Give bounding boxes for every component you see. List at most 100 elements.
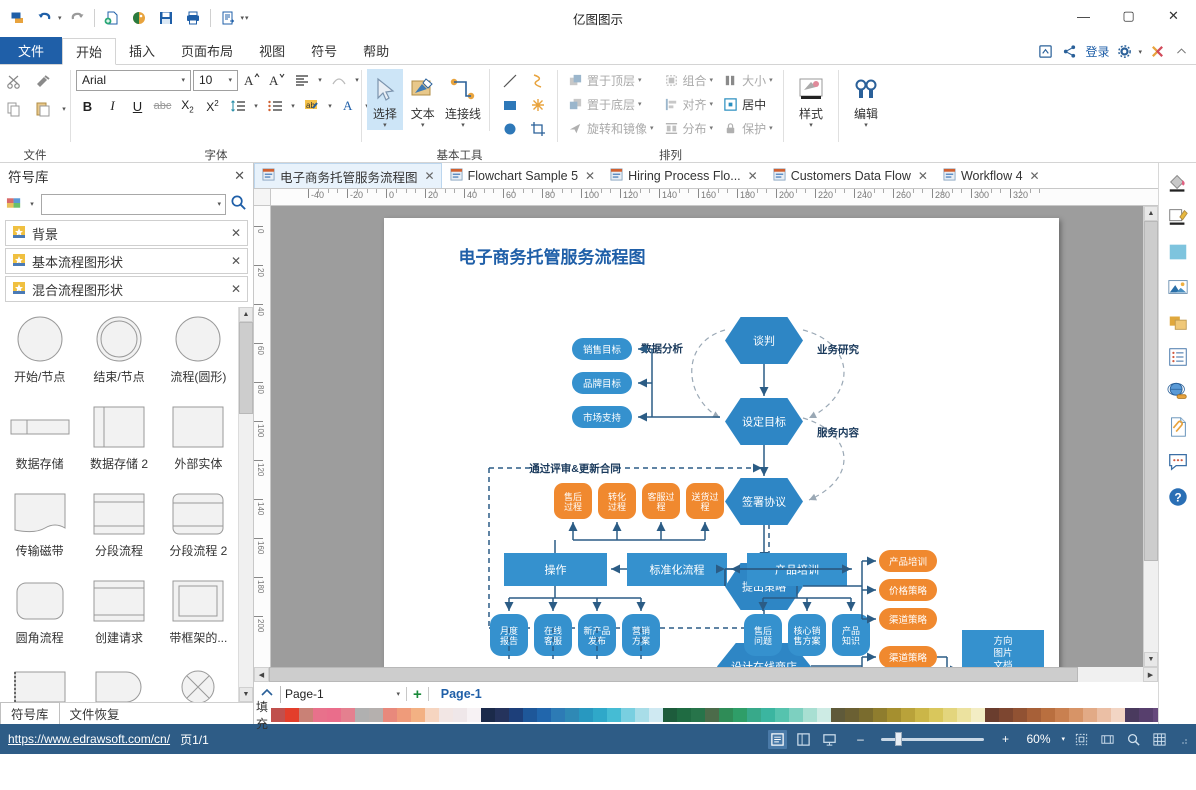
settings-dropdown-caret[interactable]: ▾ bbox=[1138, 48, 1142, 56]
color-swatch[interactable] bbox=[327, 708, 341, 722]
shape-item-banded-process-2[interactable]: 分段流程 2 bbox=[159, 481, 238, 568]
color-swatch[interactable] bbox=[383, 708, 397, 722]
doc-tab-4[interactable]: Workflow 4 ✕ bbox=[935, 163, 1047, 188]
redo-icon[interactable] bbox=[65, 6, 89, 30]
search-icon[interactable] bbox=[230, 194, 247, 214]
align-text-icon[interactable] bbox=[290, 69, 313, 91]
print-icon[interactable] bbox=[181, 6, 205, 30]
menu-item-file[interactable]: 文件 bbox=[0, 37, 62, 64]
menu-item-symbols[interactable]: 符号 bbox=[298, 37, 350, 64]
color-swatch[interactable] bbox=[285, 708, 299, 722]
color-swatch[interactable] bbox=[733, 708, 747, 722]
line-shape-icon[interactable] bbox=[496, 69, 524, 93]
website-link[interactable]: https://www.edrawsoft.com/cn/ bbox=[8, 732, 170, 746]
canvas-scroll-right-icon[interactable]: ▶ bbox=[1143, 667, 1158, 682]
color-swatch[interactable] bbox=[1111, 708, 1125, 722]
attachment-icon[interactable] bbox=[1165, 414, 1191, 440]
menu-item-page-layout[interactable]: 页面布局 bbox=[168, 37, 246, 64]
send-to-back-button[interactable]: 置于底层 ▾ bbox=[563, 93, 658, 115]
color-swatch[interactable] bbox=[1055, 708, 1069, 722]
zoom-dropdown-caret[interactable]: ▾ bbox=[1061, 735, 1065, 743]
fit-width-icon[interactable] bbox=[1098, 730, 1117, 749]
doc-tab-1[interactable]: Flowchart Sample 5 ✕ bbox=[442, 163, 603, 188]
bullet-list-icon[interactable] bbox=[263, 95, 286, 117]
color-swatch[interactable] bbox=[621, 708, 635, 722]
undo-dropdown-caret[interactable]: ▾ bbox=[58, 14, 62, 22]
color-swatch[interactable] bbox=[775, 708, 789, 722]
rotate-mirror-button[interactable]: 旋转和镜像 ▾ bbox=[563, 117, 658, 139]
curve-dropdown-caret[interactable]: ▾ bbox=[352, 76, 362, 84]
line-spacing-caret[interactable]: ▾ bbox=[251, 102, 261, 110]
increase-font-icon[interactable]: A bbox=[240, 69, 263, 91]
shape-item-tape[interactable]: 传输磁带 bbox=[0, 481, 79, 568]
doc-tab-3[interactable]: Customers Data Flow ✕ bbox=[765, 163, 935, 188]
color-swatch[interactable] bbox=[705, 708, 719, 722]
fit-page-icon[interactable] bbox=[1072, 730, 1091, 749]
view-normal-icon[interactable] bbox=[768, 730, 787, 749]
color-swatch[interactable] bbox=[299, 708, 313, 722]
color-swatch[interactable] bbox=[1083, 708, 1097, 722]
color-swatch[interactable] bbox=[915, 708, 929, 722]
canvas-vscroll-thumb[interactable] bbox=[1144, 221, 1158, 561]
color-swatch[interactable] bbox=[1013, 708, 1027, 722]
color-swatch[interactable] bbox=[789, 708, 803, 722]
shape-item-process-circle[interactable]: 流程(圆形) bbox=[159, 307, 238, 394]
comment-icon[interactable] bbox=[1165, 449, 1191, 475]
connector-tool[interactable]: 连接线 ▾ bbox=[443, 69, 484, 130]
doc-tab-close-icon[interactable]: ✕ bbox=[748, 169, 758, 183]
superscript-button[interactable]: X2 bbox=[201, 95, 224, 117]
settings-gear-icon[interactable] bbox=[1116, 43, 1133, 60]
bullet-list-caret[interactable]: ▾ bbox=[288, 102, 298, 110]
bring-to-front-button[interactable]: 置于顶层 ▾ bbox=[563, 69, 658, 91]
bold-button[interactable]: B bbox=[76, 95, 99, 117]
vertical-ruler[interactable]: 020406080100120140160180200 bbox=[254, 206, 271, 667]
font-color-icon[interactable]: A bbox=[337, 95, 360, 117]
color-swatch[interactable] bbox=[1069, 708, 1083, 722]
select-tool[interactable]: 选择 ▾ bbox=[367, 69, 403, 130]
font-family-combo[interactable]: Arial ▾ bbox=[76, 70, 191, 91]
color-swatch[interactable] bbox=[999, 708, 1013, 722]
view-presentation-icon[interactable] bbox=[820, 730, 839, 749]
color-swatch[interactable] bbox=[901, 708, 915, 722]
library-category-background[interactable]: 背景 ✕ bbox=[5, 220, 248, 246]
minimize-button[interactable]: — bbox=[1061, 0, 1106, 32]
canvas-hscroll-thumb[interactable] bbox=[269, 667, 1078, 682]
zoom-selection-icon[interactable] bbox=[1124, 730, 1143, 749]
color-swatch[interactable] bbox=[537, 708, 551, 722]
doc-tab-close-icon[interactable]: ✕ bbox=[918, 169, 928, 183]
add-page-button[interactable]: + bbox=[413, 686, 422, 703]
canvas-scroll-left-icon[interactable]: ◀ bbox=[254, 667, 269, 682]
curve-shape-icon[interactable] bbox=[524, 69, 552, 93]
color-swatch[interactable] bbox=[523, 708, 537, 722]
strikethrough-button[interactable]: abc bbox=[151, 95, 174, 117]
color-swatch[interactable] bbox=[509, 708, 523, 722]
library-category-mixed-flowchart[interactable]: 混合流程图形状 ✕ bbox=[5, 276, 248, 302]
line-spacing-icon[interactable] bbox=[226, 95, 249, 117]
color-swatch[interactable] bbox=[635, 708, 649, 722]
doc-tab-close-icon[interactable]: ✕ bbox=[425, 169, 435, 183]
fill-icon[interactable] bbox=[1165, 169, 1191, 195]
color-swatch[interactable] bbox=[1041, 708, 1055, 722]
close-button[interactable]: ✕ bbox=[1151, 0, 1196, 32]
color-swatch[interactable] bbox=[1125, 708, 1139, 722]
doc-tab-close-icon[interactable]: ✕ bbox=[585, 169, 595, 183]
color-swatch[interactable] bbox=[943, 708, 957, 722]
close-panel-icon[interactable]: ✕ bbox=[234, 168, 245, 184]
color-swatch[interactable] bbox=[565, 708, 579, 722]
layers-icon[interactable] bbox=[1165, 309, 1191, 335]
italic-button[interactable]: I bbox=[101, 95, 124, 117]
color-swatch[interactable] bbox=[663, 708, 677, 722]
color-swatch[interactable] bbox=[313, 708, 327, 722]
color-swatch[interactable] bbox=[677, 708, 691, 722]
screenshot-icon[interactable] bbox=[1037, 43, 1054, 60]
color-swatch[interactable] bbox=[719, 708, 733, 722]
color-swatch[interactable] bbox=[831, 708, 845, 722]
shape-item-framed[interactable]: 带框架的... bbox=[159, 568, 238, 655]
canvas-scroll-down-icon[interactable]: ▼ bbox=[1144, 652, 1158, 667]
library-chooser-icon[interactable] bbox=[6, 195, 23, 214]
subscript-button[interactable]: X2 bbox=[176, 95, 199, 117]
group-button[interactable]: 组合 ▾ bbox=[659, 69, 718, 91]
paste-icon[interactable] bbox=[30, 96, 56, 121]
shape-item-round-process[interactable]: 圆角流程 bbox=[0, 568, 79, 655]
page-tab-page-1[interactable]: Page-1 bbox=[435, 687, 488, 701]
